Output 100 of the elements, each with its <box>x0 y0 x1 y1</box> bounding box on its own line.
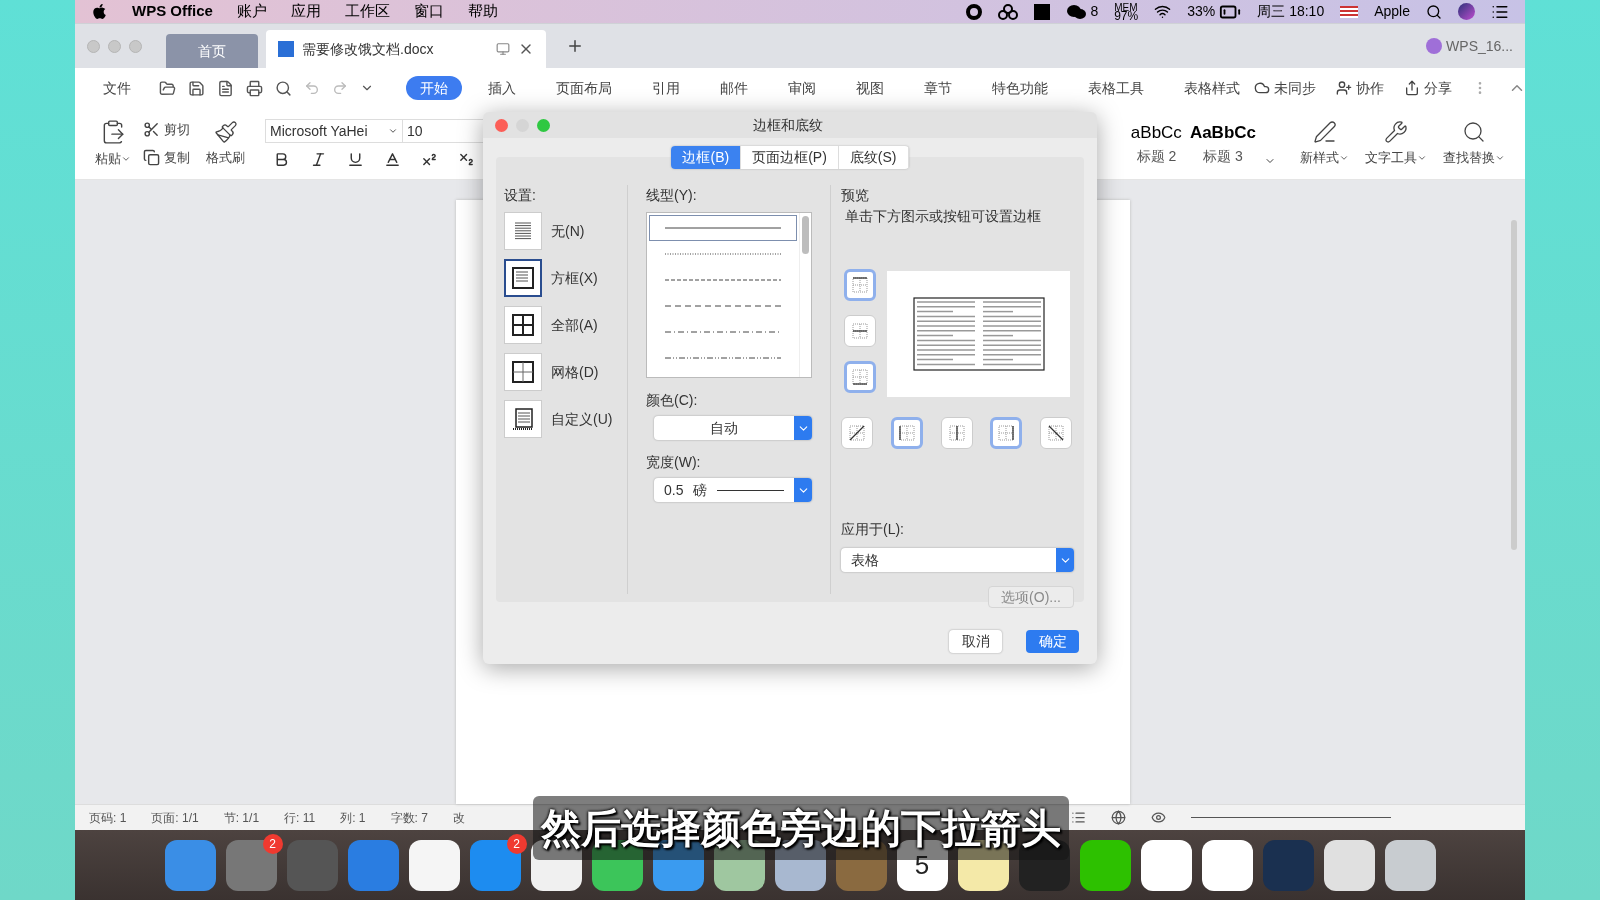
folder-icon[interactable] <box>159 79 176 97</box>
printer-icon[interactable] <box>246 79 263 97</box>
line-sample <box>717 489 784 491</box>
cut-button[interactable]: 剪切 <box>143 120 190 140</box>
settings-label: 设置: <box>504 186 537 205</box>
ribbon-tab[interactable]: 章节 <box>910 76 966 100</box>
setting-option[interactable]: 全部(A) <box>504 306 619 344</box>
message-count: 8 <box>1090 2 1099 21</box>
style-preset[interactable]: AaBbCc 标题 3 <box>1189 120 1256 167</box>
menu-item[interactable]: 应用 <box>290 0 321 23</box>
ok-button[interactable]: 确定 <box>1026 630 1079 653</box>
scroll-thumb[interactable] <box>802 216 809 254</box>
scissors-icon <box>143 121 160 139</box>
mem-label: MEM <box>1114 2 1139 12</box>
ribbon-tab[interactable]: 开始 <box>406 76 462 100</box>
font-field[interactable]: Microsoft YaHei <box>265 119 403 143</box>
ribbon-tab[interactable]: 视图 <box>842 76 898 100</box>
setting-option[interactable]: 无(N) <box>504 212 619 250</box>
ribbon-tab[interactable]: 表格样式 <box>1170 76 1254 100</box>
line-style-list[interactable] <box>646 212 812 378</box>
width-dropdown[interactable]: 0.5 磅 <box>654 478 812 502</box>
ribbon-tool-button[interactable]: 查找替换 <box>1435 119 1513 168</box>
avatar-icon[interactable] <box>1426 38 1443 54</box>
web-view-icon[interactable] <box>1111 810 1126 825</box>
account-name[interactable]: WPS_16... <box>1446 35 1513 57</box>
status-item: 改 <box>452 809 465 827</box>
border-toggle-button[interactable] <box>940 417 973 449</box>
ribbon-action[interactable]: 分享 <box>1404 77 1452 99</box>
apply-dropdown[interactable]: 表格 <box>841 548 1074 572</box>
print-preview-icon[interactable] <box>275 79 292 97</box>
border-toggle-button[interactable] <box>990 417 1023 449</box>
rings-icon[interactable] <box>998 3 1019 20</box>
border-toggle-button[interactable] <box>844 361 876 393</box>
line-style-option[interactable] <box>649 215 797 241</box>
menu-item[interactable]: 窗口 <box>413 0 444 23</box>
copy-button[interactable]: 复制 <box>143 147 190 167</box>
save-icon[interactable] <box>188 79 205 97</box>
app-icon[interactable] <box>1140 839 1192 891</box>
app-name[interactable]: WPS Office <box>132 0 213 23</box>
cancel-button[interactable]: 取消 <box>949 630 1002 653</box>
line-style-label: 线型(Y): <box>646 186 698 205</box>
paste-button[interactable]: 粘贴 <box>87 118 139 169</box>
ribbon-tab[interactable]: 页面布局 <box>542 76 626 100</box>
app-icon[interactable] <box>1323 839 1375 891</box>
ribbon-tab[interactable]: 插入 <box>474 76 530 100</box>
ribbon-action[interactable]: 协作 <box>1336 77 1384 99</box>
document-tab[interactable]: 需要修改饿文档.docx <box>266 30 546 68</box>
status-item: 页码: 1 <box>89 809 127 827</box>
ribbon-action[interactable]: 未同步 <box>1254 77 1316 99</box>
ribbon-tool-button[interactable]: 新样式 <box>1292 119 1357 168</box>
scrollbar[interactable] <box>1511 220 1517 550</box>
record-icon[interactable] <box>966 3 983 20</box>
setting-option[interactable]: 自定义(U) <box>504 400 619 438</box>
ribbon-tab[interactable]: 特色功能 <box>978 76 1062 100</box>
menu-item[interactable]: 账户 <box>236 0 267 23</box>
pdf-icon[interactable] <box>217 79 234 97</box>
search-icon[interactable] <box>1426 3 1442 20</box>
chat-bubbles-icon[interactable] <box>1066 3 1087 20</box>
ribbon-tab[interactable]: 表格工具 <box>1074 76 1158 100</box>
border-toggle-button[interactable] <box>844 315 876 347</box>
file-menu[interactable]: 文件 <box>103 77 131 99</box>
app-icon[interactable] <box>408 839 460 891</box>
font-color-icon[interactable] <box>384 151 401 168</box>
color-dropdown[interactable]: 自动 <box>654 416 812 440</box>
new-tab-icon[interactable] <box>566 37 584 55</box>
app-icon[interactable] <box>1201 839 1253 891</box>
border-toggle-button[interactable] <box>844 269 876 301</box>
outline-view-icon[interactable] <box>1071 810 1086 825</box>
border-toggle-button[interactable] <box>890 417 923 449</box>
border-toggle-button[interactable] <box>841 417 873 449</box>
superscript-icon[interactable] <box>421 151 438 168</box>
dialog-tab[interactable]: 边框(B) <box>671 146 742 169</box>
user-name[interactable]: Apple <box>1374 1 1410 22</box>
apple-icon[interactable] <box>91 3 108 20</box>
color-label: 颜色(C): <box>646 391 699 410</box>
tab-title: 需要修改饿文档.docx <box>302 39 434 59</box>
flag-icon[interactable] <box>1340 5 1359 18</box>
setting-option[interactable]: 方框(X) <box>504 259 619 297</box>
wifi-icon[interactable] <box>1154 3 1172 20</box>
ribbon-tab[interactable]: 邮件 <box>706 76 762 100</box>
pen-icon <box>1312 119 1337 144</box>
menu-item[interactable]: 帮助 <box>467 0 498 23</box>
format-painter-button[interactable]: 格式刷 <box>206 119 245 168</box>
underline-icon[interactable] <box>347 151 364 168</box>
style-preset[interactable]: aBbCc 标题 2 <box>1130 120 1182 167</box>
ribbon-tab[interactable]: 引用 <box>638 76 694 100</box>
clock[interactable]: 周三 18:10 <box>1257 1 1325 22</box>
italic-icon[interactable] <box>310 151 327 168</box>
monitor-icon[interactable] <box>496 42 510 56</box>
brush-icon <box>213 119 238 144</box>
app-icon[interactable] <box>1384 839 1436 891</box>
setting-option[interactable]: 网格(D) <box>504 353 619 391</box>
subscript-icon[interactable] <box>458 151 475 168</box>
style-sample: aBbCc <box>1130 122 1182 145</box>
ribbon-tab[interactable]: 审阅 <box>774 76 830 100</box>
siri-icon[interactable] <box>1458 3 1475 20</box>
border-toggle-button[interactable] <box>1040 417 1072 449</box>
menu-item[interactable]: 工作区 <box>344 0 390 23</box>
reading-view-icon[interactable] <box>1151 810 1166 825</box>
ribbon-tool-button[interactable]: 文字工具 <box>1357 119 1435 168</box>
